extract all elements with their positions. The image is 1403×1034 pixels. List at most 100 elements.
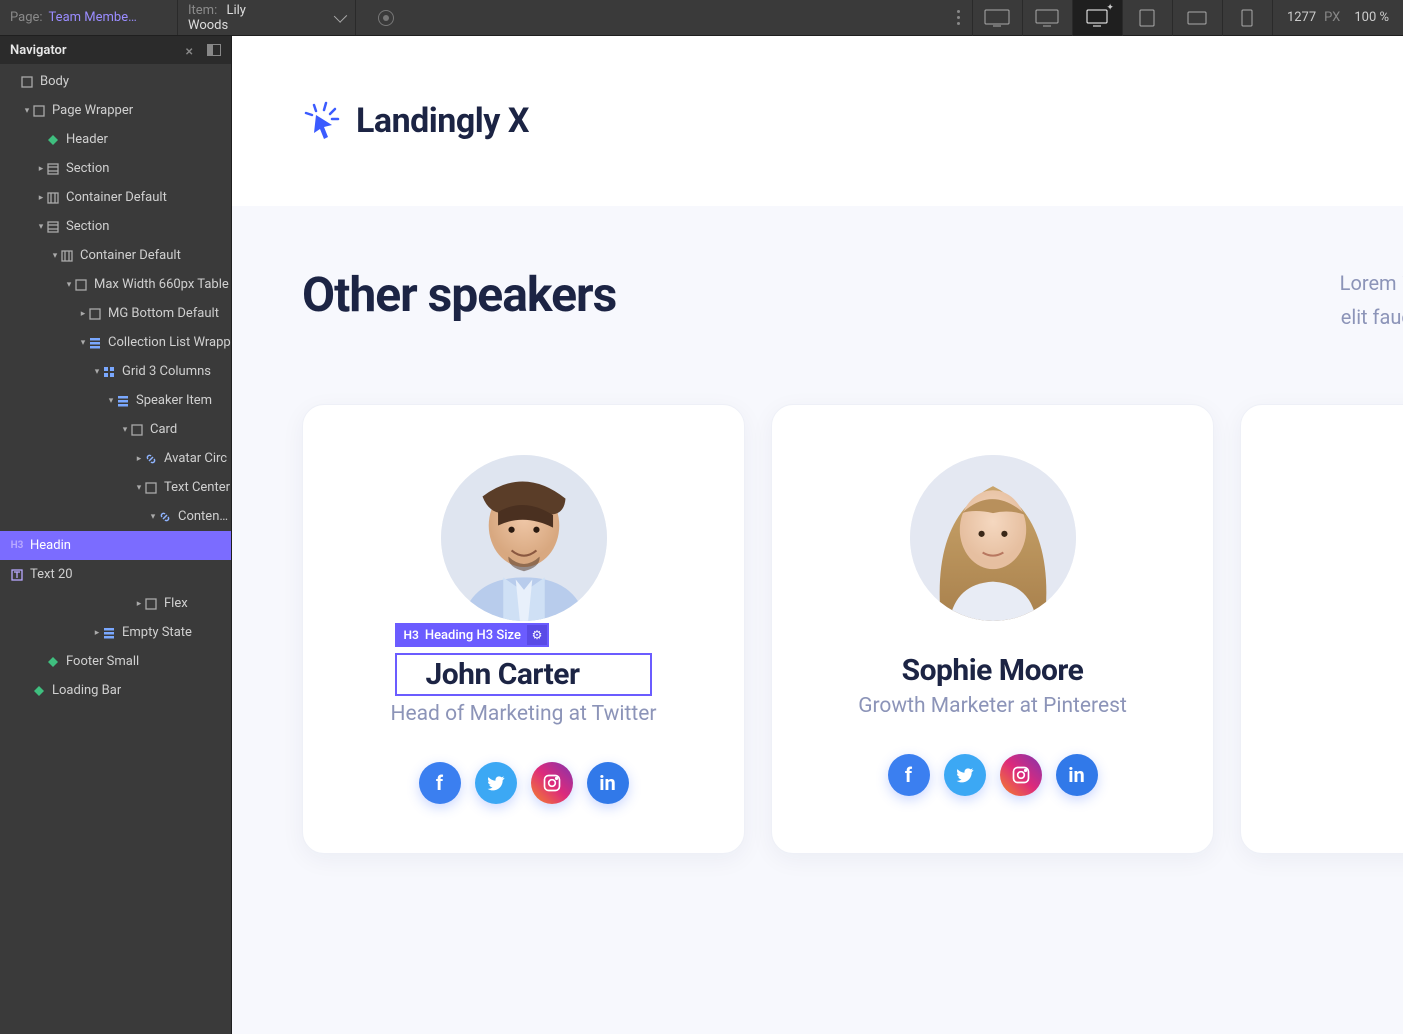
tree-row[interactable]: ▾Text Center (0, 473, 231, 502)
tree-row[interactable]: Loading Bar (0, 676, 231, 705)
tree-node-label: Loading Bar (52, 683, 121, 698)
twitter-icon[interactable] (944, 754, 986, 796)
tree-row[interactable]: ▾Card (0, 415, 231, 444)
tree-row[interactable]: ▾ Collection List Wrapp (0, 328, 231, 357)
navigator-tree[interactable]: Body▾Page WrapperHeader ▸ Section ▸ Containe… (0, 64, 231, 708)
tree-row[interactable]: ▾ Container Default (0, 241, 231, 270)
tree-row[interactable]: H3 Headin (0, 531, 231, 560)
node-type-icon (60, 249, 74, 263)
facebook-icon[interactable]: f (419, 762, 461, 804)
breakpoint-mobile[interactable] (1222, 0, 1272, 36)
expand-arrow-icon[interactable]: ▾ (106, 396, 116, 406)
tree-row[interactable]: ▾ Section (0, 212, 231, 241)
social-links: f in (419, 762, 629, 804)
tree-row[interactable]: Text 20 (0, 560, 231, 589)
tree-node-label: Text 20 (30, 567, 73, 582)
chevron-down-icon (334, 9, 347, 22)
speakers-section: Other speakers Lorem ipsu elit faucibu (232, 206, 1403, 1034)
tree-row[interactable]: Body (0, 67, 231, 96)
canvas-viewport: Landingly X Other speakers Lorem ipsu el… (232, 36, 1403, 1034)
expand-arrow-icon[interactable]: ▸ (134, 454, 144, 464)
tree-row[interactable]: ▸MG Bottom Default (0, 299, 231, 328)
node-type-icon (46, 133, 60, 147)
unpin-icon[interactable] (185, 44, 197, 56)
tree-row[interactable]: Header (0, 125, 231, 154)
tree-row[interactable]: ▸Empty State (0, 618, 231, 647)
speaker-card[interactable]: H3 Heading H3 Size ⚙ John Carter Head of… (302, 404, 745, 854)
node-type-icon (88, 307, 102, 321)
tree-row[interactable]: ▸ Flex (0, 589, 231, 618)
expand-arrow-icon[interactable]: ▾ (148, 512, 158, 522)
linkedin-icon[interactable]: in (587, 762, 629, 804)
tree-node-label: Headin (30, 538, 71, 553)
tree-row[interactable]: ▾Max Width 660px Table (0, 270, 231, 299)
node-type-icon (88, 336, 102, 350)
social-links: f in (888, 754, 1098, 796)
expand-arrow-icon[interactable]: ▸ (134, 599, 144, 609)
page-value: Team Membe… (49, 10, 137, 25)
navigator-header: Navigator (0, 36, 231, 64)
tree-node-label: Container Default (80, 248, 181, 263)
speaker-card[interactable] (1240, 404, 1403, 854)
expand-arrow-icon[interactable]: ▾ (36, 222, 46, 232)
panel-toggle-icon[interactable] (207, 44, 221, 56)
selected-element: H3 Heading H3 Size ⚙ John Carter (395, 653, 651, 696)
expand-arrow-icon[interactable]: ▾ (134, 483, 144, 493)
expand-arrow-icon[interactable]: ▾ (120, 425, 130, 435)
speaker-name: Sophie Moore (902, 653, 1084, 688)
expand-arrow-icon[interactable]: ▸ (78, 309, 88, 319)
tree-row[interactable]: ▸Avatar Circ (0, 444, 231, 473)
tree-node-label: Collection List Wrapp (108, 335, 231, 350)
page-selector[interactable]: Page: Team Membe… (0, 0, 178, 35)
breakpoint-lg[interactable] (1022, 0, 1072, 36)
breakpoint-mobile-landscape[interactable] (1172, 0, 1222, 36)
instagram-icon[interactable] (1000, 754, 1042, 796)
navigator-panel: Navigator Body▾Page WrapperHeader ▸ Sectio… (0, 36, 232, 1034)
avatar[interactable] (910, 455, 1076, 621)
brand-logo[interactable]: Landingly X (302, 101, 529, 141)
facebook-icon[interactable]: f (888, 754, 930, 796)
breakpoint-tablet[interactable] (1122, 0, 1172, 36)
tree-node-label: Container Default (66, 190, 167, 205)
tree-row[interactable]: ▸ Section (0, 154, 231, 183)
expand-arrow-icon[interactable]: ▸ (36, 193, 46, 203)
tree-row[interactable]: ▾Speaker Item (0, 386, 231, 415)
item-label: Item: (188, 3, 217, 18)
expand-arrow-icon[interactable]: ▸ (36, 164, 46, 174)
selection-badge[interactable]: H3 Heading H3 Size ⚙ (395, 623, 548, 647)
speaker-role: Head of Marketing at Twitter (390, 702, 656, 726)
speaker-card[interactable]: Sophie Moore Growth Marketer at Pinteres… (771, 404, 1214, 854)
tree-row[interactable]: Footer Small (0, 647, 231, 676)
site-header: Landingly X (232, 36, 1403, 206)
tree-row[interactable]: ▾Grid 3 Columns (0, 357, 231, 386)
tree-node-label: Section (66, 219, 109, 234)
brand-name: Landingly X (356, 101, 529, 141)
expand-arrow-icon[interactable]: ▾ (50, 251, 60, 261)
gear-icon[interactable]: ⚙ (527, 625, 547, 645)
tree-row[interactable]: ▸ Container Default (0, 183, 231, 212)
expand-arrow-icon[interactable]: ▾ (22, 106, 32, 116)
node-type-icon (144, 452, 158, 466)
twitter-icon[interactable] (475, 762, 517, 804)
more-menu-icon[interactable] (945, 10, 972, 25)
canvas[interactable]: Landingly X Other speakers Lorem ipsu el… (232, 36, 1403, 1034)
node-type-icon (144, 597, 158, 611)
node-type-icon: H3 (10, 539, 24, 553)
breakpoint-xl[interactable] (972, 0, 1022, 36)
avatar[interactable] (441, 455, 607, 621)
linkedin-icon[interactable]: in (1056, 754, 1098, 796)
item-selector[interactable]: Item: Lily Woods (178, 0, 356, 35)
instagram-icon[interactable] (531, 762, 573, 804)
expand-arrow-icon[interactable]: ▸ (92, 628, 102, 638)
tree-node-label: Section (66, 161, 109, 176)
speakers-grid: H3 Heading H3 Size ⚙ John Carter Head of… (302, 404, 1403, 854)
preview-eye-icon[interactable] (378, 10, 394, 26)
expand-arrow-icon[interactable]: ▾ (78, 338, 88, 348)
breakpoint-base[interactable]: ✦ (1072, 0, 1122, 36)
expand-arrow-icon[interactable]: ▾ (64, 280, 74, 290)
tree-node-label: Flex (164, 596, 188, 611)
canvas-size-readout[interactable]: 1277 PX 100 % (1272, 0, 1403, 35)
tree-row[interactable]: ▾Content L (0, 502, 231, 531)
expand-arrow-icon[interactable]: ▾ (92, 367, 102, 377)
tree-row[interactable]: ▾Page Wrapper (0, 96, 231, 125)
